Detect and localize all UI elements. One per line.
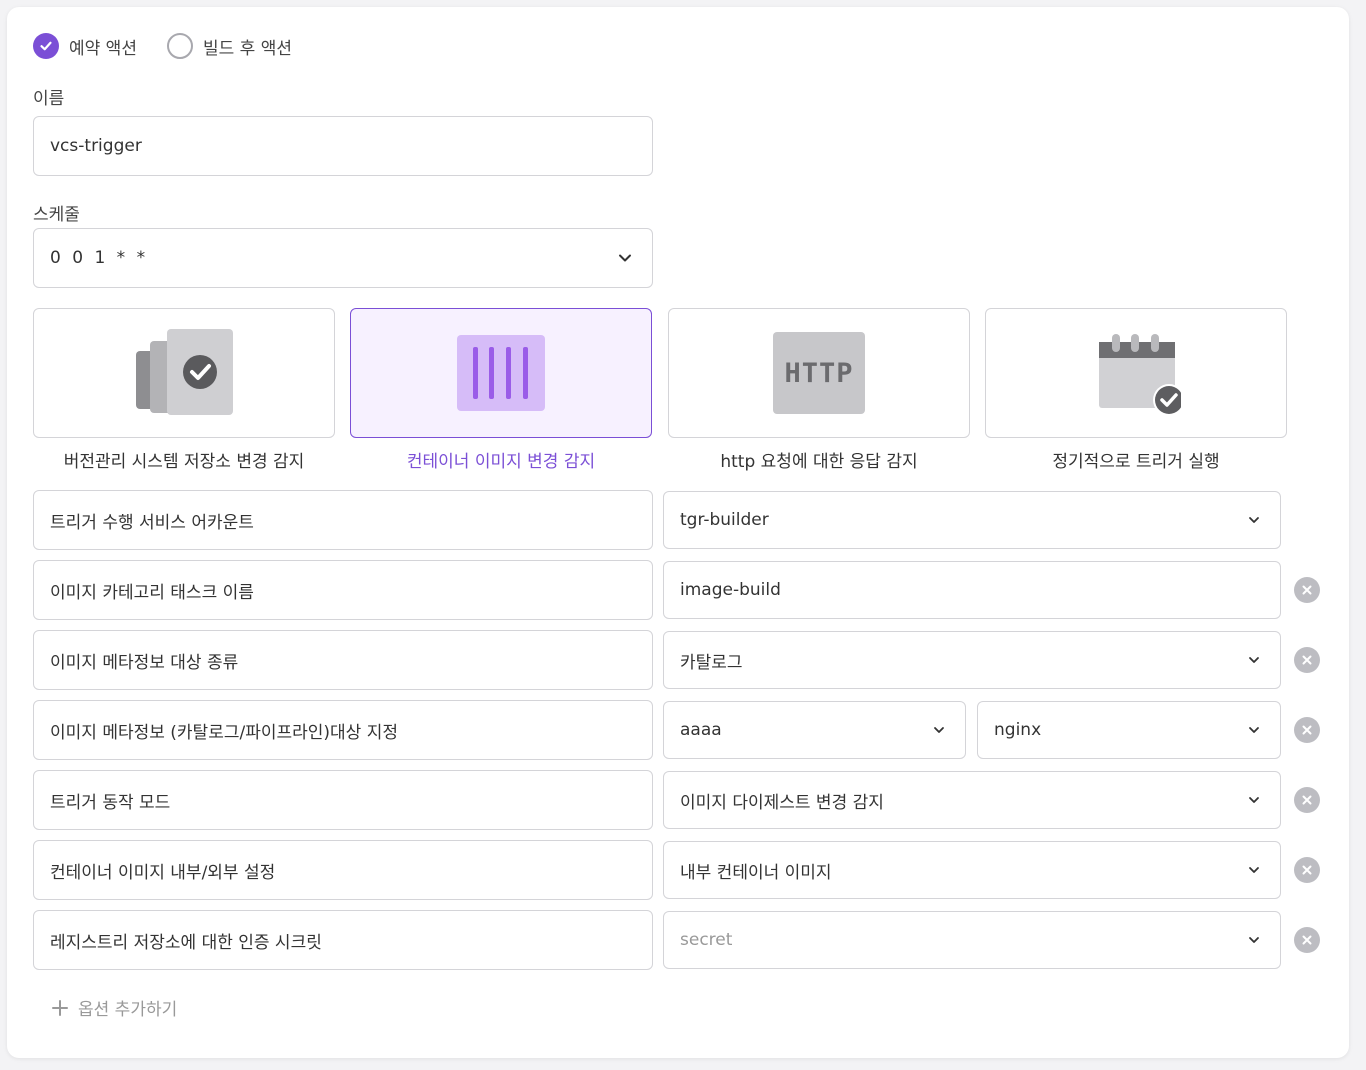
name-input[interactable]: vcs-trigger [33, 116, 653, 176]
trigger-type-label: http 요청에 대한 응답 감지 [720, 452, 918, 472]
image-scope-select[interactable]: 내부 컨테이너 이미지 [663, 841, 1281, 899]
container-image-icon [457, 335, 545, 411]
name-value: vcs-trigger [50, 136, 142, 156]
chevron-down-icon [619, 254, 631, 262]
option-label-field: 컨테이너 이미지 내부/외부 설정 [33, 840, 653, 900]
task-name-input[interactable]: image-build [663, 561, 1281, 619]
chevron-down-icon [1249, 517, 1259, 523]
schedule-label: 스케줄 [33, 205, 80, 225]
radio-circle-icon [167, 33, 193, 59]
trigger-type-container-image[interactable] [350, 308, 652, 438]
trigger-type-periodic[interactable] [985, 308, 1287, 438]
check-icon [33, 33, 59, 59]
trigger-type-label: 정기적으로 트리거 실행 [1052, 452, 1220, 472]
chevron-down-icon [1249, 937, 1259, 943]
option-label-field: 트리거 동작 모드 [33, 770, 653, 830]
chevron-down-icon [1249, 657, 1259, 663]
option-label: 이미지 메타정보 대상 종류 [50, 652, 239, 673]
remove-option-icon[interactable] [1294, 577, 1320, 603]
schedule-value: 0 0 1 * * [50, 248, 149, 268]
plus-icon [52, 999, 68, 1016]
name-label: 이름 [33, 89, 65, 109]
option-value: nginx [994, 720, 1042, 740]
option-value: tgr-builder [680, 510, 769, 530]
http-icon-text: HTTP [784, 357, 854, 389]
remove-option-icon[interactable] [1294, 647, 1320, 673]
option-label: 이미지 카테고리 태스크 이름 [50, 582, 254, 603]
option-value: aaaa [680, 720, 722, 740]
service-account-select[interactable]: tgr-builder [663, 491, 1281, 549]
option-label-field: 이미지 메타정보 대상 종류 [33, 630, 653, 690]
metadata-target-type-select[interactable]: 카탈로그 [663, 631, 1281, 689]
registry-secret-select[interactable]: secret [663, 911, 1281, 969]
catalog-select[interactable]: aaaa [663, 701, 966, 759]
http-icon: HTTP [773, 332, 865, 414]
remove-option-icon[interactable] [1294, 927, 1320, 953]
add-option-label: 옵션 추가하기 [78, 1000, 178, 1020]
option-value: image-build [680, 580, 781, 600]
trigger-type-label: 버전관리 시스템 저장소 변경 감지 [63, 452, 305, 472]
calendar-check-icon [1099, 334, 1181, 416]
add-option-button[interactable]: 옵션 추가하기 [52, 995, 177, 1020]
image-select[interactable]: nginx [977, 701, 1281, 759]
option-label-field: 트리거 수행 서비스 어카운트 [33, 490, 653, 550]
remove-option-icon[interactable] [1294, 717, 1320, 743]
option-label: 컨테이너 이미지 내부/외부 설정 [50, 862, 276, 883]
option-value: 카탈로그 [680, 652, 743, 673]
radio-label: 빌드 후 액션 [203, 38, 293, 59]
vcs-repo-check-icon [136, 329, 233, 415]
chevron-down-icon [1249, 867, 1259, 873]
trigger-mode-select[interactable]: 이미지 다이제스트 변경 감지 [663, 771, 1281, 829]
trigger-type-vcs[interactable] [33, 308, 335, 438]
option-value: 이미지 다이제스트 변경 감지 [680, 792, 884, 813]
option-label: 이미지 메타정보 (카탈로그/파이프라인)대상 지정 [50, 722, 399, 743]
option-label: 트리거 동작 모드 [50, 792, 171, 813]
trigger-type-http[interactable]: HTTP [668, 308, 970, 438]
option-label-field: 이미지 카테고리 태스크 이름 [33, 560, 653, 620]
chevron-down-icon [1249, 727, 1259, 733]
option-label: 트리거 수행 서비스 어카운트 [50, 512, 254, 533]
option-value: 내부 컨테이너 이미지 [680, 862, 832, 883]
chevron-down-icon [934, 727, 944, 733]
schedule-select[interactable]: 0 0 1 * * [33, 228, 653, 288]
remove-option-icon[interactable] [1294, 857, 1320, 883]
option-label-field: 레지스트리 저장소에 대한 인증 시크릿 [33, 910, 653, 970]
trigger-type-label: 컨테이너 이미지 변경 감지 [406, 452, 596, 472]
option-label-field: 이미지 메타정보 (카탈로그/파이프라인)대상 지정 [33, 700, 653, 760]
radio-label: 예약 액션 [69, 38, 137, 59]
radio-scheduled-action[interactable]: 예약 액션 [33, 33, 137, 59]
radio-post-build-action[interactable]: 빌드 후 액션 [167, 33, 292, 59]
option-placeholder: secret [680, 930, 733, 950]
chevron-down-icon [1249, 797, 1259, 803]
remove-option-icon[interactable] [1294, 787, 1320, 813]
option-label: 레지스트리 저장소에 대한 인증 시크릿 [50, 932, 322, 953]
